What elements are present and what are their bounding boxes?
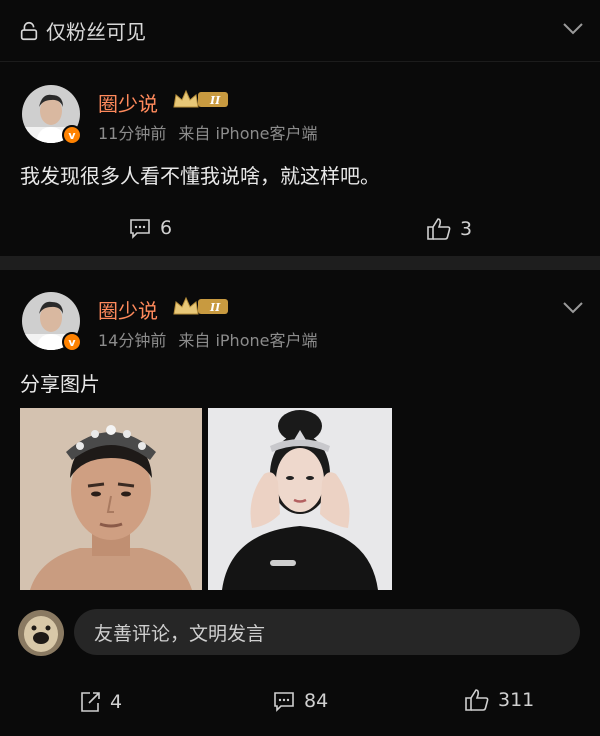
post-meta: 11分钟前 来自 iPhone客户端 (98, 120, 317, 144)
rank-label: II (209, 94, 221, 107)
username[interactable]: 圈少说 (98, 88, 158, 117)
thumbs-up-icon (465, 689, 489, 711)
lock-icon (20, 21, 38, 40)
chevron-down-icon[interactable] (562, 301, 584, 315)
my-avatar (18, 610, 64, 656)
chevron-down-icon[interactable] (562, 22, 584, 36)
visibility-header: 仅粉丝可见 (0, 0, 600, 62)
post-source: 来自 iPhone客户端 (178, 124, 318, 143)
post-image-2[interactable] (208, 408, 392, 590)
verified-badge: v (62, 332, 82, 352)
comment-input[interactable]: 友善评论，文明发言 (74, 609, 580, 655)
comment-count: 84 (304, 690, 329, 712)
like-button[interactable]: 3 (426, 217, 472, 241)
post-image-1[interactable] (20, 408, 202, 590)
repost-icon (81, 692, 100, 712)
comment-placeholder: 友善评论，文明发言 (94, 622, 266, 645)
post-text: 分享图片 (20, 372, 100, 396)
post-text: 我发现很多人看不懂我说啥，就这样吧。 (20, 164, 380, 188)
repost-count: 4 (110, 691, 123, 713)
crown-rank-icon: II (173, 296, 228, 315)
thumbs-up-icon (427, 218, 451, 240)
comment-icon (130, 219, 150, 239)
post-card: v 圈少说 II 14分钟前 来自 iPhone客户端 分享图片 友善评论，文明… (0, 270, 600, 736)
post-divider (0, 256, 600, 270)
username[interactable]: 圈少说 (98, 295, 158, 324)
comment-count: 6 (160, 217, 173, 239)
like-count: 311 (498, 689, 535, 711)
comment-button[interactable]: 84 (272, 690, 328, 712)
post-meta: 14分钟前 来自 iPhone客户端 (98, 327, 317, 351)
comment-icon (274, 692, 294, 712)
visibility-label: 仅粉丝可见 (46, 20, 146, 44)
verified-badge: v (62, 125, 82, 145)
crown-rank-icon: II (173, 89, 228, 108)
repost-button[interactable]: 4 (78, 690, 122, 714)
post-time: 14分钟前 (98, 331, 167, 350)
post-source: 来自 iPhone客户端 (178, 331, 318, 350)
comment-button[interactable]: 6 (128, 217, 172, 239)
like-count: 3 (460, 218, 473, 240)
post-card: v 圈少说 II 11分钟前 来自 iPhone客户端 我发现很多人看不懂我说啥，… (0, 63, 600, 256)
post-time: 11分钟前 (98, 124, 167, 143)
like-button[interactable]: 311 (464, 688, 534, 712)
rank-label: II (209, 301, 221, 314)
